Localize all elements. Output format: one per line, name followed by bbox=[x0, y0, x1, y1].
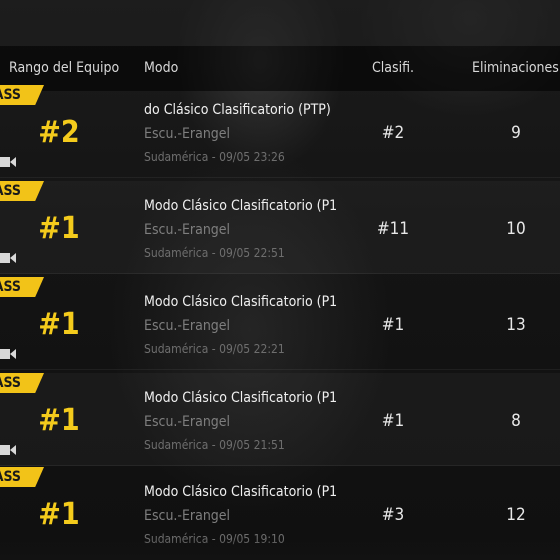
replay-camera-icon[interactable] bbox=[0, 348, 16, 360]
match-rank: #1 bbox=[381, 315, 405, 335]
scroll-fade bbox=[0, 538, 560, 560]
pass-badge: PASS bbox=[0, 85, 44, 105]
team-rank: #1 bbox=[38, 307, 80, 342]
mode-title: Modo Clásico Clasificatorio (P1 bbox=[144, 294, 338, 310]
team-rank: #1 bbox=[38, 497, 80, 532]
mode-title: Modo Clásico Clasificatorio (P1 bbox=[144, 390, 338, 406]
map-name: Escu.-Erangel bbox=[144, 126, 231, 142]
header-team-rank: Rango del Equipo bbox=[9, 60, 120, 76]
pass-badge: PASS bbox=[0, 181, 44, 201]
mode-title: Modo Clásico Clasificatorio (P1 bbox=[144, 198, 338, 214]
header-mode: Modo bbox=[144, 60, 179, 76]
mode-title: do Clásico Clasificatorio (PTP) bbox=[144, 102, 331, 118]
pass-badge: PASS bbox=[0, 467, 44, 487]
replay-camera-icon[interactable] bbox=[0, 156, 16, 168]
region-time: Sudamérica - 09/05 22:21 bbox=[144, 342, 285, 356]
team-rank: #1 bbox=[38, 403, 80, 438]
map-name: Escu.-Erangel bbox=[144, 414, 231, 430]
match-row-2[interactable]: PASS #1 Modo Clásico Clasificatorio (P1 … bbox=[0, 181, 560, 274]
match-row-3[interactable]: PASS #1 Modo Clásico Clasificatorio (P1 … bbox=[0, 277, 560, 370]
team-rank: #2 bbox=[38, 115, 80, 150]
match-kills: 10 bbox=[506, 219, 526, 239]
match-row-4[interactable]: PASS #1 Modo Clásico Clasificatorio (P1 … bbox=[0, 373, 560, 466]
mode-title: Modo Clásico Clasificatorio (P1 bbox=[144, 484, 338, 500]
match-kills: 13 bbox=[506, 315, 526, 335]
pass-badge: PASS bbox=[0, 373, 44, 393]
match-rank: #3 bbox=[381, 505, 405, 525]
region-time: Sudamérica - 09/05 21:51 bbox=[144, 438, 285, 452]
region-time: Sudamérica - 09/05 22:51 bbox=[144, 246, 285, 260]
pass-badge: PASS bbox=[0, 277, 44, 297]
match-row-1[interactable]: PASS #2 do Clásico Clasificatorio (PTP) … bbox=[0, 85, 560, 178]
header-rank: Clasifi. bbox=[372, 60, 415, 76]
match-rank: #2 bbox=[381, 123, 405, 143]
team-rank: #1 bbox=[38, 211, 80, 246]
replay-camera-icon[interactable] bbox=[0, 252, 16, 264]
map-name: Escu.-Erangel bbox=[144, 508, 231, 524]
match-rank: #11 bbox=[376, 219, 410, 239]
replay-camera-icon[interactable] bbox=[0, 444, 16, 456]
map-name: Escu.-Erangel bbox=[144, 318, 231, 334]
match-rank: #1 bbox=[381, 411, 405, 431]
match-kills: 9 bbox=[511, 123, 521, 143]
region-time: Sudamérica - 09/05 23:26 bbox=[144, 150, 285, 164]
top-bar bbox=[0, 0, 560, 46]
header-kills: Eliminaciones bbox=[472, 60, 559, 76]
match-kills: 8 bbox=[511, 411, 521, 431]
map-name: Escu.-Erangel bbox=[144, 222, 231, 238]
match-kills: 12 bbox=[506, 505, 526, 525]
